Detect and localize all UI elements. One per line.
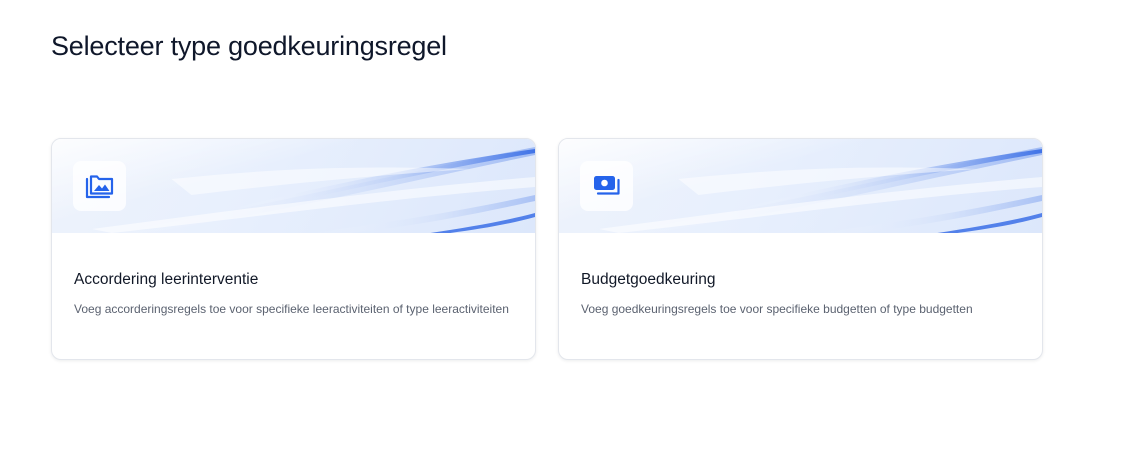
card-title: Budgetgoedkeuring [581,271,716,288]
card-description: Voeg goedkeuringsregels toe voor specifi… [581,302,973,316]
card-icon-container [580,161,633,211]
rule-type-cards: Accordering leerinterventie Voeg accorde… [51,138,1043,360]
money-stack-icon [593,176,620,195]
budget-approval-card[interactable]: Budgetgoedkeuring Voeg goedkeuringsregel… [558,138,1043,360]
card-icon-container [73,161,126,211]
page: Selecteer type goedkeuringsregel Accorde… [0,0,1143,473]
card-banner [52,139,535,233]
card-banner [559,139,1042,233]
card-body: Accordering leerinterventie Voeg accorde… [52,233,535,320]
card-body: Budgetgoedkeuring Voeg goedkeuringsregel… [559,233,1042,320]
card-description: Voeg accorderingsregels toe voor specifi… [74,302,509,316]
learning-intervention-approval-card[interactable]: Accordering leerinterventie Voeg accorde… [51,138,536,360]
photo-library-icon [85,175,113,199]
page-title: Selecteer type goedkeuringsregel [51,31,447,61]
card-title: Accordering leerinterventie [74,271,259,288]
